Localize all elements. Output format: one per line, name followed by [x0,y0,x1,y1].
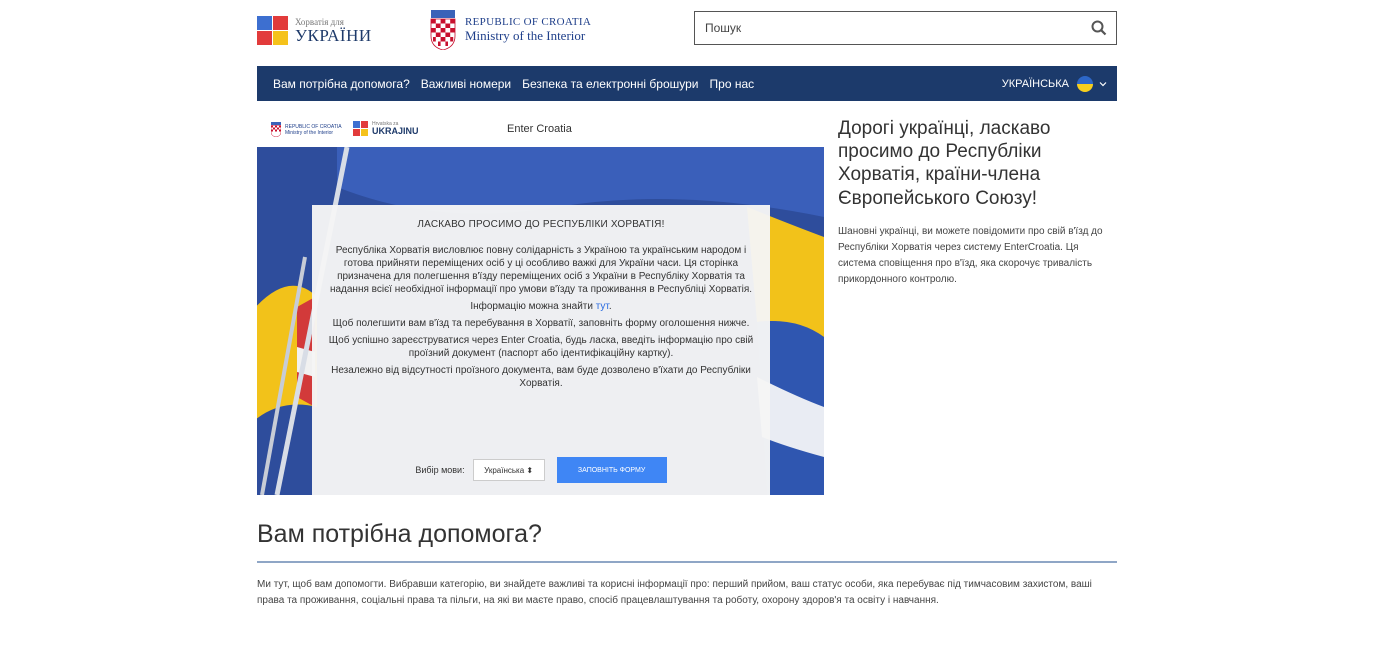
welcome-paragraph: Республіка Хорватія висловлює повну солі… [329,245,753,295]
document-notice: Незалежно від відсутності проїзного доку… [331,365,751,389]
nav-item-about[interactable]: Про нас [710,77,755,91]
nav-item-safety-brochures[interactable]: Безпека та електронні брошури [522,77,698,91]
ministry-logo-line2: Ministry of the Interior [465,27,586,43]
croatia-coat-of-arms-icon [430,10,456,50]
ministry-logo[interactable]: REPUBLIC OF CROATIA Ministry of the Inte… [429,10,591,50]
welcome-card-title: ЛАСКАВО ПРОСИМО ДО РЕСПУБЛІКИ ХОРВАТІЯ! [417,219,665,230]
form-instruction: Щоб полегшити вам в'їзд та перебування в… [332,318,750,329]
info-link[interactable]: тут [596,301,609,312]
chevron-down-icon [1099,81,1107,86]
welcome-heading: Дорогі українці, ласкаво просимо до Респ… [838,118,1051,209]
registration-instruction: Щоб успішно зареєструватися через Enter … [328,335,754,359]
mini-ministry-logo: REPUBLIC OF CROATIA Ministry of the Inte… [271,122,343,137]
language-switcher[interactable]: УКРАЇНСЬКА [1001,75,1117,92]
enter-croatia-banner[interactable]: REPUBLIC OF CROATIA Ministry of the Inte… [257,113,824,495]
language-select[interactable]: Українська ⬍ [472,459,545,481]
site-header: Хорватія для УКРАЇНИ REPUBLIC OF CROATIA… [257,8,1117,54]
mini-squares-icon [353,121,369,136]
mini-logo-big: UKRAJINU [372,125,419,136]
croatia-for-ukraine-logo[interactable]: Хорватія для УКРАЇНИ [257,16,372,46]
nav-item-important-numbers[interactable]: Важливі номери [421,77,511,91]
main-nav: Вам потрібна допомога? Важливі номери Бе… [257,66,1117,101]
help-text: Ми тут, щоб вам допомогти. Вибравши кате… [257,579,1092,606]
banner-top-bar: REPUBLIC OF CROATIA Ministry of the Inte… [257,113,824,147]
logo-big-text: УКРАЇНИ [295,26,372,45]
search-icon[interactable] [1082,13,1116,43]
nav-item-help[interactable]: Вам потрібна допомога? [273,77,410,91]
info-line: Інформацію можна знайти тут. [470,301,612,312]
welcome-card: ЛАСКАВО ПРОСИМО ДО РЕСПУБЛІКИ ХОРВАТІЯ! … [312,205,770,495]
help-section: Вам потрібна допомога? Ми тут, щоб вам д… [257,520,1117,609]
search-input[interactable] [695,12,1082,44]
language-label: УКРАЇНСЬКА [1001,77,1069,90]
logo-squares-icon [257,16,289,46]
ukraine-flag-icon [1077,75,1093,92]
fill-form-button[interactable]: ЗАПОВНІТЬ ФОРМУ [556,457,667,483]
help-heading: Вам потрібна допомога? [257,520,1117,563]
welcome-aside: Дорогі українці, ласкаво просимо до Респ… [838,117,1118,288]
flags-photo: ЛАСКАВО ПРОСИМО ДО РЕСПУБЛІКИ ХОРВАТІЯ! … [257,147,824,495]
language-select-label: Вибір мови: [415,465,465,475]
search-box [694,11,1117,45]
mini-ukraine-logo: Hrvatska za UKRAJINU [353,121,419,136]
mini-coat-of-arms-icon [271,122,281,137]
welcome-text: Шановні українці, ви можете повідомити п… [838,225,1103,285]
enter-croatia-title: Enter Croatia [507,123,572,135]
mini-ministry-text: REPUBLIC OF CROATIA Ministry of the Inte… [285,123,342,136]
